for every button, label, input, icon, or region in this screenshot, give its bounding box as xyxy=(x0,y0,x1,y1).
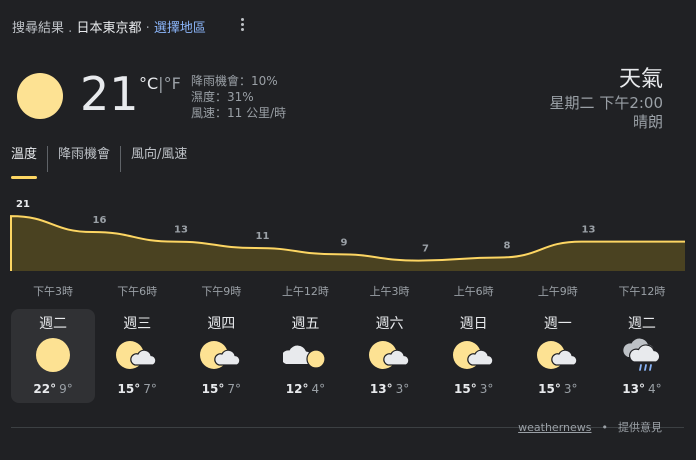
day-name: 週三 xyxy=(123,316,152,332)
celsius-button[interactable]: °C xyxy=(139,74,158,93)
forecast-day[interactable]: 週五 12° 4° xyxy=(263,309,347,403)
current-condition: 晴朗 xyxy=(632,113,663,131)
low-temp: 7° xyxy=(227,382,241,396)
partly-cloudy-icon xyxy=(452,341,494,369)
time-label: 下午3時 xyxy=(33,285,74,298)
partly-cloudy-icon xyxy=(200,341,241,369)
low-temp: 3° xyxy=(479,382,494,396)
day-name: 週二 xyxy=(627,316,656,332)
breadcrumb: 搜尋結果 . 日本東京都 · 選擇地區 xyxy=(12,17,206,36)
day-name: 週二 xyxy=(39,316,68,332)
forecast-day[interactable]: 週二 22° 9° xyxy=(11,309,96,403)
weather-title: 天氣 xyxy=(618,67,663,92)
daily-forecast: 週二 22° 9° 週三 15° 7° 週四 15° 7° 週五 12° 4° 週六 1… xyxy=(11,309,684,403)
breadcrumb-prefix: 搜尋結果 xyxy=(12,21,65,36)
sun-icon xyxy=(36,338,71,372)
partly-cloudy-icon xyxy=(368,341,409,369)
fahrenheit-button[interactable]: °F xyxy=(164,74,181,93)
choose-region-link[interactable]: 選擇地區 xyxy=(154,21,206,36)
footer-separator: • xyxy=(601,421,609,434)
partly-cloudy-icon xyxy=(116,341,157,369)
low-temp: 3° xyxy=(395,382,410,396)
tab-temperature[interactable]: 溫度 xyxy=(11,146,47,179)
breadcrumb-separator-2: · xyxy=(145,21,150,36)
time-axis: 下午3時 下午6時 下午9時 上午12時 上午3時 上午6時 上午9時 下午12… xyxy=(11,283,684,299)
humidity: 濕度：31% xyxy=(191,90,254,104)
low-temp: 3° xyxy=(563,382,578,396)
day-name: 週六 xyxy=(375,316,404,332)
temperature-label: 21 xyxy=(16,199,30,210)
temperature-label: 11 xyxy=(256,231,270,242)
tab-precipitation[interactable]: 降雨機會 xyxy=(47,146,120,172)
day-name: 週一 xyxy=(543,316,572,332)
high-temp: 15° xyxy=(201,382,225,396)
tab-wind[interactable]: 風向/風速 xyxy=(120,146,197,172)
time-label: 上午9時 xyxy=(537,285,578,298)
temperature-label: 7 xyxy=(422,244,429,255)
low-temp: 4° xyxy=(647,382,662,396)
weather-header: 天氣 星期二 下午2:00 晴朗 xyxy=(550,66,663,132)
current-temperature: 21 xyxy=(80,67,139,121)
wind-speed: 風速：11 公里/時 xyxy=(191,106,287,120)
precipitation-chance: 降雨機會：10% xyxy=(191,74,278,88)
low-temp: 9° xyxy=(59,382,73,396)
day-name: 週四 xyxy=(207,316,236,332)
forecast-day[interactable]: 週四 15° 7° xyxy=(179,309,263,403)
time-label: 下午9時 xyxy=(201,285,242,298)
high-temp: 13° xyxy=(369,382,393,396)
temperature-chart: 21 16 13 11 9 7 8 13 xyxy=(10,199,685,271)
forecast-day[interactable]: 週三 15° 7° xyxy=(95,309,179,403)
time-label: 上午12時 xyxy=(281,285,329,298)
low-temp: 4° xyxy=(311,382,326,396)
high-temp: 15° xyxy=(538,382,561,396)
feedback-link[interactable]: 提供意見 xyxy=(618,421,662,434)
breadcrumb-separator: . xyxy=(68,21,73,36)
mostly-cloudy-icon xyxy=(283,345,327,369)
low-temp: 7° xyxy=(143,382,157,396)
forecast-day[interactable]: 週一 15° 3° xyxy=(516,309,600,403)
temperature-label: 9 xyxy=(341,237,348,248)
current-datetime: 星期二 下午2:00 xyxy=(549,94,663,112)
high-temp: 12° xyxy=(285,382,309,396)
high-temp: 15° xyxy=(117,382,141,396)
forecast-day[interactable]: 週二 13° 4° xyxy=(600,309,684,403)
time-label: 上午6時 xyxy=(453,285,494,298)
unit-toggle: °C|°F xyxy=(139,74,181,93)
temperature-label: 13 xyxy=(174,225,188,236)
metric-tabs: 溫度 降雨機會 風向/風速 xyxy=(11,146,197,179)
location-name: 日本東京都 xyxy=(76,21,142,36)
more-options-icon[interactable] xyxy=(237,16,247,34)
time-label: 下午6時 xyxy=(117,285,158,298)
temperature-label: 13 xyxy=(582,225,596,236)
weather-details: 降雨機會：10% 濕度：31% 風速：11 公里/時 xyxy=(191,73,286,121)
rain-icon xyxy=(623,338,661,371)
day-name: 週五 xyxy=(291,316,320,332)
source-link[interactable]: weathernews xyxy=(518,421,591,434)
high-temp: 15° xyxy=(454,382,477,396)
high-temp: 22° xyxy=(33,382,57,396)
sun-icon xyxy=(17,73,63,119)
forecast-day[interactable]: 週日 15° 3° xyxy=(432,309,516,403)
temperature-label: 16 xyxy=(93,215,107,226)
partly-cloudy-icon xyxy=(536,341,578,369)
footer: weathernews • 提供意見 xyxy=(518,419,662,435)
temperature-label: 8 xyxy=(504,240,511,251)
high-temp: 13° xyxy=(622,382,645,396)
forecast-day[interactable]: 週六 13° 3° xyxy=(348,309,432,403)
day-name: 週日 xyxy=(459,316,488,332)
time-label: 下午12時 xyxy=(618,285,666,298)
time-label: 上午3時 xyxy=(369,285,410,298)
